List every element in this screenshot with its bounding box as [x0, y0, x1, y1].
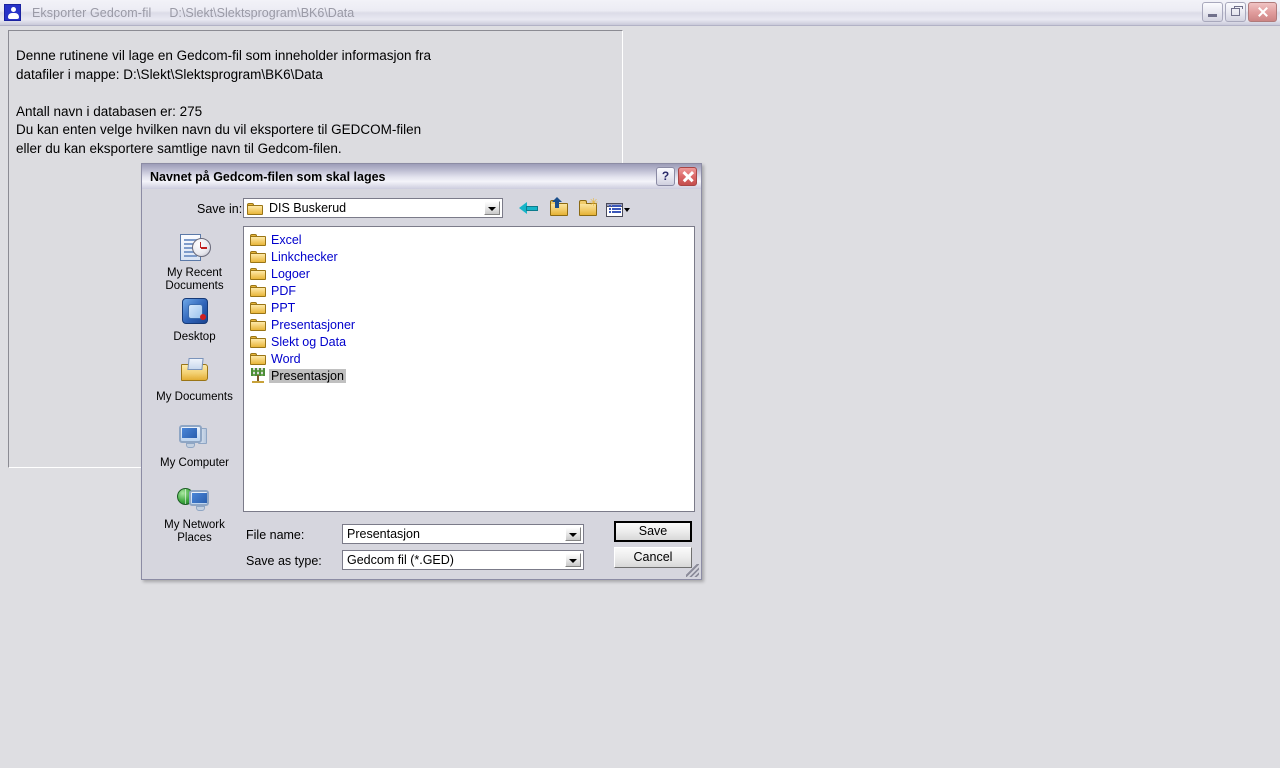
save-as-type-label: Save as type:	[246, 554, 322, 568]
dialog-titlebar[interactable]: Navnet på Gedcom-filen som skal lages ?	[142, 164, 701, 189]
folder-icon	[250, 250, 266, 263]
dialog-close-button[interactable]	[678, 167, 697, 186]
save-as-type-value: Gedcom fil (*.GED)	[347, 553, 454, 567]
item-label: Logoer	[271, 266, 310, 281]
folder-row[interactable]: Slekt og Data	[246, 333, 694, 350]
file-name-value: Presentasjon	[347, 527, 420, 541]
family-tree-file-icon	[250, 368, 266, 383]
up-one-level-icon[interactable]	[548, 197, 570, 219]
place-item-label: My Recent Documents	[165, 267, 224, 292]
place-item-label: My Documents	[156, 391, 233, 403]
cancel-button[interactable]: Cancel	[614, 547, 692, 568]
save-as-type-combobox[interactable]: Gedcom fil (*.GED)	[342, 550, 584, 570]
dialog-controls: ?	[656, 167, 697, 186]
save-file-dialog: Navnet på Gedcom-filen som skal lages ? …	[141, 163, 702, 580]
item-label: Presentasjoner	[271, 317, 356, 332]
place-item-network-places[interactable]: My Network Places	[146, 484, 243, 544]
file-name-input[interactable]: Presentasjon	[342, 524, 584, 544]
close-icon	[1258, 7, 1268, 17]
network-places-icon	[176, 484, 213, 517]
folder-icon	[247, 202, 263, 215]
folder-row[interactable]: Linkchecker	[246, 248, 694, 265]
my-documents-icon	[177, 356, 213, 389]
desktop-icon	[177, 296, 213, 329]
chevron-down-icon[interactable]	[484, 201, 500, 215]
create-new-folder-icon[interactable]: ✳	[577, 198, 599, 219]
save-in-value: DIS Buskerud	[269, 201, 347, 215]
views-icon[interactable]	[606, 199, 630, 219]
file-row[interactable]: Presentasjon	[246, 367, 694, 384]
place-item-my-computer[interactable]: My Computer	[146, 422, 243, 470]
save-button[interactable]: Save	[614, 521, 692, 542]
folder-icon	[250, 301, 266, 314]
info-text: Denne rutinene vil lage en Gedcom-fil so…	[16, 48, 431, 156]
window-titlebar[interactable]: Eksporter Gedcom-fil D:\Slekt\Slektsprog…	[0, 0, 1280, 26]
folder-icon	[250, 335, 266, 348]
app-person-icon	[4, 4, 21, 21]
place-item-label: My Computer	[159, 457, 230, 469]
item-label: Word	[271, 351, 301, 366]
dialog-title: Navnet på Gedcom-filen som skal lages	[150, 169, 386, 184]
folder-row[interactable]: Logoer	[246, 265, 694, 282]
folder-row[interactable]: Presentasjoner	[246, 316, 694, 333]
folder-row[interactable]: Word	[246, 350, 694, 367]
help-button[interactable]: ?	[656, 167, 675, 186]
places-sidebar: My Recent Documents Desktop My Documents My…	[146, 226, 243, 574]
place-item-recent-documents[interactable]: My Recent Documents	[146, 232, 243, 292]
save-in-label: Save in:	[197, 202, 243, 216]
minimize-button[interactable]	[1202, 2, 1223, 22]
folder-icon	[250, 284, 266, 297]
restore-button[interactable]	[1225, 2, 1246, 22]
recent-documents-icon	[177, 232, 213, 265]
restore-icon	[1231, 6, 1243, 16]
window-title-path: D:\Slekt\Slektsprogram\BK6\Data	[169, 5, 355, 20]
my-computer-icon	[177, 422, 213, 455]
dialog-toolbar: ✳	[519, 197, 630, 220]
folder-row[interactable]: PDF	[246, 282, 694, 299]
folder-icon	[250, 352, 266, 365]
window-title: Eksporter Gedcom-fil	[32, 5, 152, 20]
item-label: Excel	[271, 232, 302, 247]
item-label: PPT	[271, 300, 296, 315]
place-item-label: Desktop	[173, 331, 216, 343]
close-button[interactable]	[1248, 2, 1277, 22]
place-item-label: My Network Places	[164, 519, 225, 544]
minimize-icon	[1208, 14, 1217, 17]
folder-row[interactable]: Excel	[246, 231, 694, 248]
back-icon[interactable]	[519, 199, 541, 219]
close-icon	[682, 171, 694, 182]
item-label: Slekt og Data	[271, 334, 347, 349]
save-in-combobox[interactable]: DIS Buskerud	[243, 198, 503, 218]
folder-icon	[250, 318, 266, 331]
folder-icon	[250, 267, 266, 280]
file-list[interactable]: Excel Linkchecker Logoer PDF PPT Presentasjon…	[243, 226, 695, 512]
item-label: PDF	[271, 283, 296, 298]
folder-row[interactable]: PPT	[246, 299, 694, 316]
resize-grip[interactable]	[686, 564, 699, 577]
chevron-down-icon[interactable]	[565, 527, 581, 541]
chevron-down-icon	[624, 208, 630, 212]
item-label: Linkchecker	[271, 249, 338, 264]
place-item-my-documents[interactable]: My Documents	[146, 356, 243, 404]
folder-icon	[250, 233, 266, 246]
file-name-label: File name:	[246, 528, 305, 542]
chevron-down-icon[interactable]	[565, 553, 581, 567]
window-controls	[1202, 2, 1277, 22]
item-label: Presentasjon	[269, 368, 346, 383]
place-item-desktop[interactable]: Desktop	[146, 296, 243, 344]
